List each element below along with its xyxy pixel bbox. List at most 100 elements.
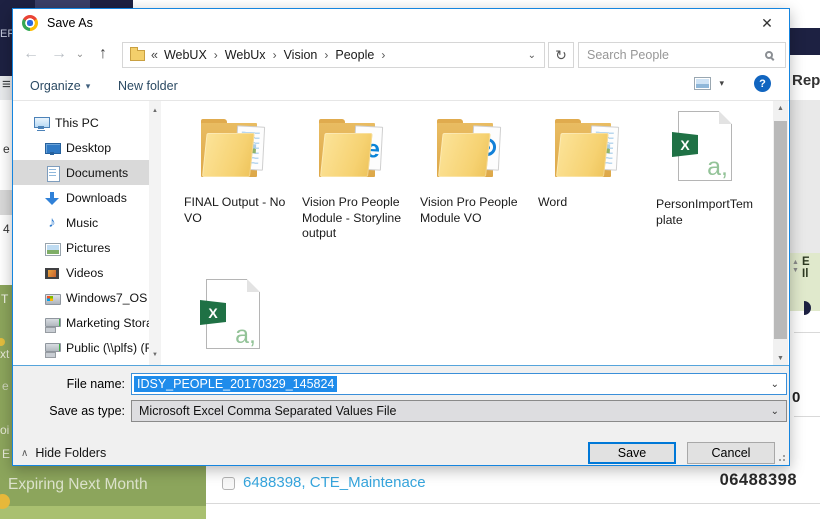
sort-up-icon: ▲	[792, 259, 799, 266]
back-button[interactable]: ←	[19, 42, 43, 66]
scroll-down-icon[interactable]: ▼	[149, 348, 161, 361]
breadcrumb-item-vision[interactable]: Vision	[281, 48, 321, 62]
number-fragment: 0	[792, 389, 800, 406]
pc-icon	[33, 115, 49, 131]
hide-folders-button[interactable]: ∧ Hide Folders	[21, 446, 106, 460]
chevron-down-icon[interactable]: ⌄	[764, 379, 786, 390]
folder-icon	[130, 50, 145, 61]
excel-csv-icon: X a,	[678, 111, 732, 181]
background-bottom-row: Expiring Next Month 6488398, CTE_Mainten…	[0, 466, 820, 519]
chevron-right-icon[interactable]: ›	[269, 48, 281, 62]
row-checkbox[interactable]	[222, 477, 235, 490]
help-button[interactable]: ?	[754, 75, 771, 92]
save-type-select[interactable]: Microsoft Excel Comma Separated Values F…	[131, 400, 787, 422]
file-item-final-output[interactable]: FINAL Output - No VO	[180, 107, 286, 226]
excel-csv-icon: X a,	[206, 279, 260, 349]
address-dropdown-button[interactable]: ⌄	[520, 50, 544, 61]
sidebar-item-videos[interactable]: Videos	[13, 260, 149, 285]
desktop-icon	[44, 140, 60, 156]
page-fold-icon	[719, 111, 732, 124]
close-button[interactable]: ✕	[751, 12, 783, 34]
folder-icon: e	[318, 119, 384, 179]
chevron-right-icon[interactable]: ›	[210, 48, 222, 62]
forward-button[interactable]: →	[47, 42, 71, 66]
scroll-down-icon[interactable]: ▼	[773, 351, 788, 365]
file-item-word[interactable]: Word	[534, 107, 640, 211]
folder-icon	[436, 119, 502, 179]
forward-icon: →	[51, 45, 67, 63]
film-icon	[44, 265, 60, 281]
dialog-body: This PC Desktop Documents Downloads ♪ Mu…	[13, 101, 789, 365]
file-item-testuser[interactable]: X a, testuser	[180, 267, 286, 365]
file-item-storyline-output[interactable]: e Vision Pro People Module - Storyline o…	[298, 107, 404, 242]
file-name-label: File name:	[13, 377, 125, 391]
view-mode-icon[interactable]	[694, 77, 711, 90]
search-box[interactable]	[578, 42, 786, 68]
column-header-fragment: Il	[802, 268, 808, 280]
scrollbar-thumb[interactable]	[774, 121, 787, 339]
text-fragment: xt	[0, 347, 9, 361]
save-type-label: Save as type:	[13, 404, 125, 418]
cancel-button[interactable]: Cancel	[687, 442, 775, 464]
page-fold-icon	[247, 279, 260, 292]
breadcrumb-item-webux2[interactable]: WebUx	[222, 48, 269, 62]
up-button[interactable]: ↑	[91, 42, 115, 66]
background-right-strip: Rep ▲ ▼ E Il 0	[790, 0, 820, 519]
dialog-footer-area: File name: IDSY_PEOPLE_20170329_145824 ⌄…	[13, 365, 789, 465]
close-icon: ✕	[761, 15, 773, 32]
chevron-right-icon[interactable]: ›	[320, 48, 332, 62]
sidebar-item-pictures[interactable]: Pictures	[13, 235, 149, 260]
file-item-module-vo[interactable]: Vision Pro People Module VO	[416, 107, 522, 226]
record-number: 06488398	[720, 471, 797, 490]
refresh-button[interactable]: ↻	[548, 42, 574, 68]
recent-locations-button[interactable]: ⌄	[73, 42, 87, 66]
view-mode-dropdown[interactable]: ▾	[719, 78, 724, 89]
new-folder-label: New folder	[118, 79, 178, 93]
background-left-gray-row2	[0, 190, 12, 215]
network-drive-icon	[44, 340, 60, 356]
help-icon: ?	[759, 78, 766, 90]
chevron-down-icon[interactable]: ⌄	[764, 406, 786, 417]
resize-grip[interactable]	[783, 459, 785, 461]
organize-button[interactable]: Organize ▾	[30, 76, 90, 96]
record-link[interactable]: 6488398, CTE_Maintenace	[243, 474, 426, 491]
save-button[interactable]: Save	[588, 442, 676, 464]
text-fragment: e	[3, 142, 10, 156]
sidebar-scrollbar[interactable]: ▲ ▼	[149, 101, 161, 365]
sidebar-item-windows7-os[interactable]: Windows7_OS (C	[13, 285, 149, 310]
file-item-person-import-template[interactable]: X a, PersonImportTemplate	[652, 107, 758, 228]
sidebar-item-documents[interactable]: Documents	[13, 160, 149, 185]
file-list: FINAL Output - No VO e Vision Pro People…	[163, 101, 772, 365]
folder-icon	[554, 119, 620, 179]
save-type-value: Microsoft Excel Comma Separated Values F…	[132, 404, 397, 418]
breadcrumb[interactable]: « WebUX › WebUx › Vision › People › ⌄	[122, 42, 545, 68]
text-fragment: 4	[3, 222, 10, 236]
file-name-input[interactable]: IDSY_PEOPLE_20170329_145824 ⌄	[131, 373, 787, 395]
file-list-scrollbar[interactable]: ▲ ▼	[773, 101, 788, 365]
search-input[interactable]	[579, 48, 765, 62]
sidebar-item-downloads[interactable]: Downloads	[13, 185, 149, 210]
network-drive-icon	[44, 315, 60, 331]
download-arrow-icon	[44, 190, 60, 206]
chevron-right-icon[interactable]: ›	[377, 48, 389, 62]
sidebar-item-expiring-next-month[interactable]: Expiring Next Month	[8, 476, 148, 494]
breadcrumb-item-people[interactable]: People	[332, 48, 377, 62]
sidebar-item-marketing-storage[interactable]: Marketing Storag	[13, 310, 149, 335]
music-note-icon: ♪	[44, 215, 60, 231]
breadcrumb-overflow-icon[interactable]: «	[150, 48, 161, 62]
title-bar[interactable]: Save As ✕	[13, 9, 789, 37]
row-separator	[794, 416, 820, 417]
sidebar-item-this-pc[interactable]: This PC	[13, 110, 149, 135]
breadcrumb-item-webux[interactable]: WebUX	[161, 48, 210, 62]
sidebar-item-music[interactable]: ♪ Music	[13, 210, 149, 235]
scroll-up-icon[interactable]: ▲	[773, 101, 788, 115]
navigation-pane: This PC Desktop Documents Downloads ♪ Mu…	[13, 101, 149, 365]
new-folder-button[interactable]: New folder	[118, 76, 178, 96]
sidebar-item-desktop[interactable]: Desktop	[13, 135, 149, 160]
chrome-icon	[22, 15, 38, 31]
text-fragment: E	[2, 447, 10, 461]
chevron-up-icon: ∧	[21, 448, 28, 459]
sort-down-icon: ▼	[792, 267, 799, 274]
scroll-up-icon[interactable]: ▲	[149, 104, 161, 117]
sidebar-item-public[interactable]: Public (\\plfs) (F	[13, 335, 149, 360]
